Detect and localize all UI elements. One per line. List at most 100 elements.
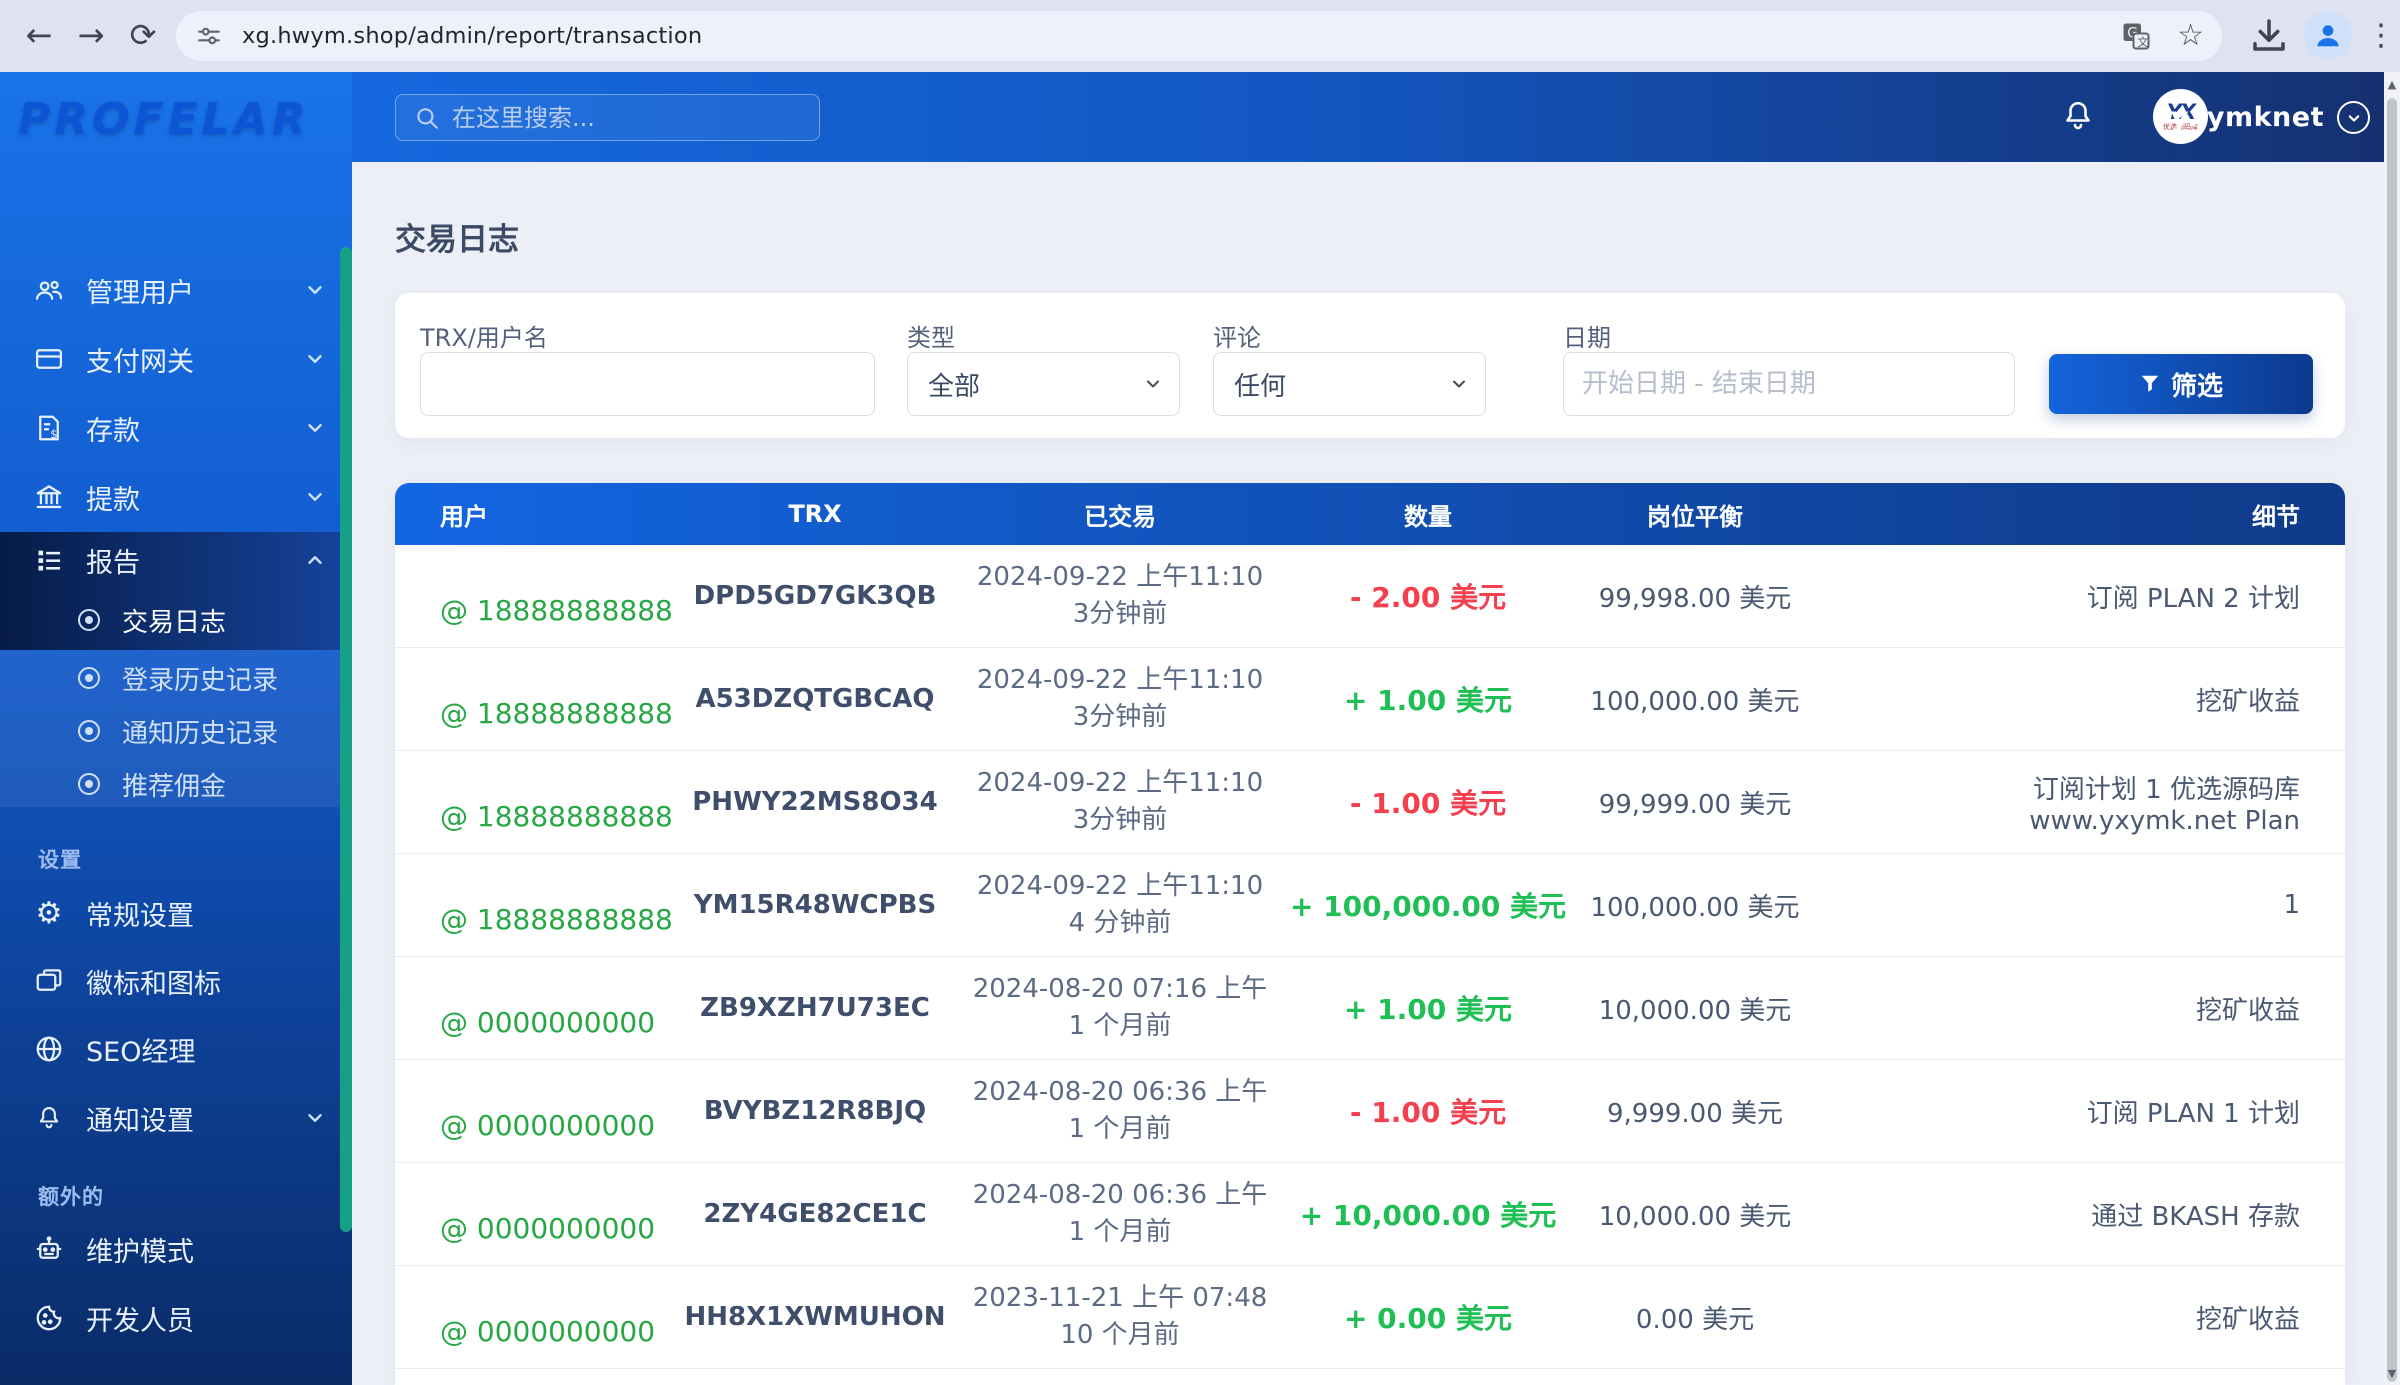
users-icon xyxy=(34,275,64,305)
scroll-up-icon[interactable]: ▲ xyxy=(2384,72,2400,96)
dot-circle-icon xyxy=(78,667,100,689)
sidebar-item-label: 维护模式 xyxy=(86,1230,194,1269)
chevron-down-icon xyxy=(304,279,326,301)
topbar: YX 优选源码库 yxymknet xyxy=(352,72,2400,162)
user-menu-chevron-icon[interactable] xyxy=(2337,101,2370,134)
filter-label-comment: 评论 xyxy=(1213,318,1261,353)
user-link[interactable]: @ 18888888888 xyxy=(440,697,673,730)
user-link[interactable]: @ 0000000000 xyxy=(440,1315,655,1348)
trx-code: DPD5GD7GK3QB xyxy=(694,581,937,611)
trx-code: 2ZY4GE82CE1C xyxy=(703,1199,926,1229)
downloads-icon[interactable] xyxy=(2248,14,2290,56)
sidebar-item-payment-gateway[interactable]: 支付网关 xyxy=(0,325,352,393)
post-balance-value: 100,000.00 美元 xyxy=(1590,687,1799,717)
browser-forward-icon[interactable]: → xyxy=(66,10,116,60)
cookie-icon xyxy=(34,1303,64,1333)
sidebar-item-label: 徽标和图标 xyxy=(86,962,221,1001)
translate-icon[interactable]: G 文 xyxy=(2121,21,2151,51)
trx-code: A53DZQTGBCAQ xyxy=(695,684,934,714)
sidebar-item-notification-settings[interactable]: 通知设置 xyxy=(0,1084,352,1152)
browser-profile-avatar[interactable] xyxy=(2304,11,2352,59)
detail-text: 挖矿收益 xyxy=(2196,996,2300,1026)
sidebar-subitem-label: 交易日志 xyxy=(122,602,226,639)
sidebar-item-label: SEO经理 xyxy=(86,1030,195,1069)
credit-card-icon xyxy=(34,344,64,374)
sidebar-item-withdrawals[interactable]: 提款 xyxy=(0,463,352,531)
transaction-date: 2023-11-21 上午 07:48 10 个月前 xyxy=(955,1280,1285,1354)
comment-select[interactable]: 任何 xyxy=(1213,352,1486,416)
brand-logo[interactable]: PROFELAR xyxy=(18,94,338,145)
filter-label-type: 类型 xyxy=(907,318,955,353)
post-balance-value: 100,000.00 美元 xyxy=(1590,893,1799,923)
user-link[interactable]: @ 0000000000 xyxy=(440,1109,655,1142)
chevron-down-icon xyxy=(304,486,326,508)
dot-circle-icon xyxy=(78,720,100,742)
browser-toolbar: ← → ⟳ xg.hwym.shop/admin/report/transact… xyxy=(0,0,2400,72)
dot-circle-icon xyxy=(78,773,100,795)
sidebar-item-maintenance-mode[interactable]: 维护模式 xyxy=(0,1215,352,1283)
sidebar-item-logo-icons[interactable]: 徽标和图标 xyxy=(0,947,352,1015)
chevron-up-icon xyxy=(304,549,326,571)
user-link[interactable]: @ 0000000000 xyxy=(440,1212,655,1245)
page-title: 交易日志 xyxy=(395,214,519,259)
address-bar[interactable]: xg.hwym.shop/admin/report/transaction G … xyxy=(176,11,2222,61)
trx-code: YM15R48WCPBS xyxy=(694,890,936,920)
section-label-extra: 额外的 xyxy=(38,1181,104,1211)
scrollbar-thumb[interactable] xyxy=(2387,98,2397,1382)
bookmark-star-icon[interactable]: ☆ xyxy=(2177,21,2204,51)
user-link[interactable]: @ 18888888888 xyxy=(440,903,673,936)
filter-button[interactable]: 筛选 xyxy=(2049,354,2313,414)
search-input[interactable] xyxy=(452,104,792,132)
browser-back-icon[interactable]: ← xyxy=(14,10,64,60)
detail-text: 挖矿收益 xyxy=(2196,1305,2300,1335)
robot-icon xyxy=(34,1234,64,1264)
sidebar-item-general-settings[interactable]: ⚙ 常规设置 xyxy=(0,879,352,947)
post-balance-value: 10,000.00 美元 xyxy=(1599,1202,1792,1232)
date-range-input[interactable] xyxy=(1563,352,2015,416)
user-link[interactable]: @ 18888888888 xyxy=(440,594,673,627)
table-header-row: 用户 TRX 已交易 数量 岗位平衡 细节 xyxy=(395,483,2345,545)
sidebar-subitem-transaction-log[interactable]: 交易日志 xyxy=(0,590,352,650)
funnel-icon xyxy=(2139,373,2161,395)
svg-text:$: $ xyxy=(50,428,57,441)
sidebar-item-manage-users[interactable]: 管理用户 xyxy=(0,256,352,324)
page-scrollbar[interactable]: ▲ ▼ xyxy=(2384,72,2400,1385)
sidebar-subitem-login-history[interactable]: 登录历史记录 xyxy=(0,652,352,704)
filter-button-label: 筛选 xyxy=(2171,366,2223,403)
browser-menu-icon[interactable]: ⋮ xyxy=(2366,10,2396,60)
transaction-date: 2024-08-20 06:36 上午 1 个月前 xyxy=(955,1074,1285,1148)
section-label-settings: 设置 xyxy=(38,844,82,874)
chevron-down-icon xyxy=(304,417,326,439)
transaction-date: 2024-09-22 上午11:10 3分钟前 xyxy=(955,765,1285,839)
sidebar-item-developers[interactable]: 开发人员 xyxy=(0,1284,352,1352)
sidebar-item-seo-manager[interactable]: SEO经理 xyxy=(0,1015,352,1083)
detail-text: 1 xyxy=(2283,890,2300,920)
scroll-down-icon[interactable]: ▼ xyxy=(2384,1361,2400,1385)
sidebar-subitem-referral-commission[interactable]: 推荐佣金 xyxy=(0,758,352,810)
sidebar-scrollbar[interactable] xyxy=(340,247,352,1232)
transaction-date: 2024-08-20 07:16 上午 1 个月前 xyxy=(955,971,1285,1045)
post-balance-value: 0.00 美元 xyxy=(1636,1305,1754,1335)
site-settings-icon[interactable] xyxy=(196,23,222,49)
trx-code: PHWY22MS8O34 xyxy=(692,787,937,817)
main-content: 交易日志 TRX/用户名 类型 评论 日期 全部 任何 筛选 xyxy=(352,162,2384,1385)
column-header-amount: 数量 xyxy=(1285,497,1571,532)
filter-label-trx: TRX/用户名 xyxy=(420,318,548,353)
notifications-bell-icon[interactable] xyxy=(2060,98,2100,138)
user-link[interactable]: @ 18888888888 xyxy=(440,800,673,833)
sidebar-item-deposits[interactable]: $ 存款 xyxy=(0,394,352,462)
globe-icon xyxy=(34,1034,64,1064)
sidebar-item-label: 通知设置 xyxy=(86,1099,194,1138)
amount-value: - 2.00 美元 xyxy=(1350,581,1506,614)
type-select[interactable]: 全部 xyxy=(907,352,1180,416)
table-row: @ 18888888888 A53DZQTGBCAQ 2024-09-22 上午… xyxy=(395,648,2345,751)
browser-reload-icon[interactable]: ⟳ xyxy=(118,10,168,60)
trx-username-input[interactable] xyxy=(420,352,875,416)
sidebar-item-reports[interactable]: 报告 xyxy=(0,532,352,588)
sidebar-subitem-notification-history[interactable]: 通知历史记录 xyxy=(0,705,352,757)
username-label[interactable]: yxymknet xyxy=(2171,72,2324,162)
global-search[interactable] xyxy=(395,94,820,141)
detail-text: 通过 BKASH 存款 xyxy=(2091,1202,2300,1232)
amount-value: - 1.00 美元 xyxy=(1350,1096,1506,1129)
user-link[interactable]: @ 0000000000 xyxy=(440,1006,655,1039)
